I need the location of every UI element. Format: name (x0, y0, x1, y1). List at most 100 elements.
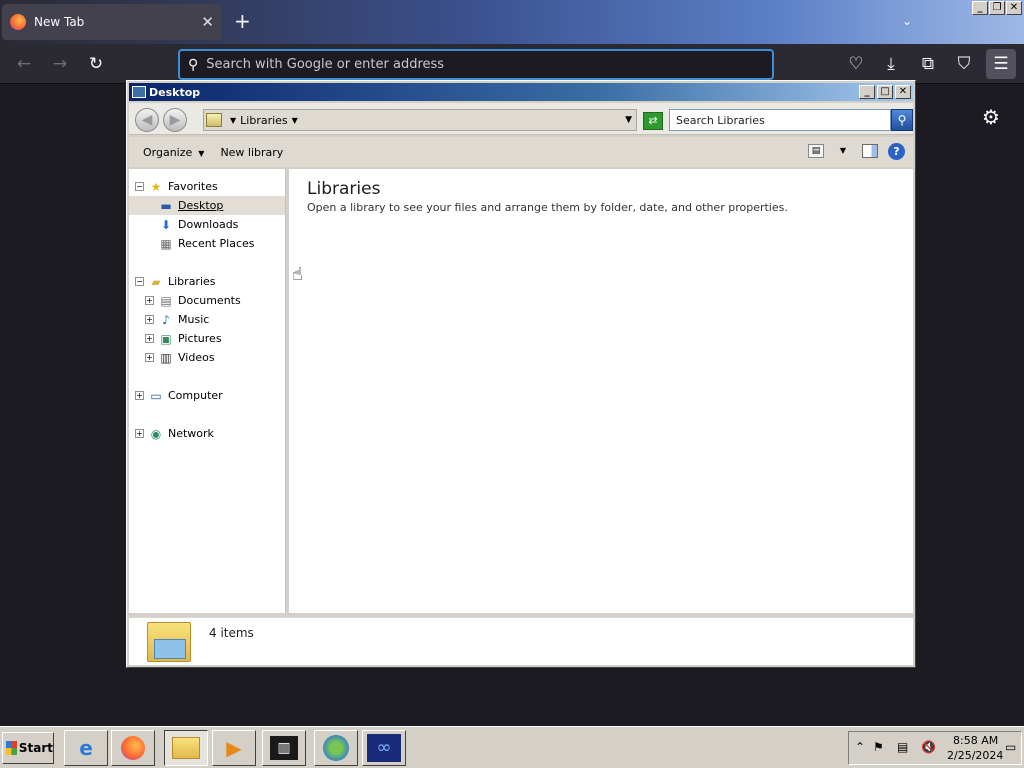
firefox-icon[interactable] (111, 730, 155, 766)
music-note-icon: ♪ (162, 312, 170, 327)
videos-icon: ▥ (160, 350, 172, 365)
search-box[interactable] (669, 109, 891, 131)
maximize-icon[interactable]: □ (877, 85, 893, 99)
libraries-icon: ▰ (151, 274, 161, 289)
network-icon[interactable]: ▤ (897, 740, 908, 754)
new-library-label: New library (220, 145, 284, 159)
back-arrow-icon[interactable]: ← (14, 54, 34, 74)
action-center-flag-icon[interactable]: ⚑ (873, 740, 884, 754)
media-player-icon[interactable]: ▶ (212, 730, 256, 766)
forward-arrow-icon[interactable]: → (50, 54, 70, 74)
film-strip-icon[interactable]: ▥ (262, 730, 306, 766)
window-title-bar[interactable]: Desktop _ □ ✕ (129, 83, 913, 101)
nav-label: Computer (168, 389, 223, 402)
recent-places-icon: ▦ (160, 236, 172, 251)
minimize-icon[interactable]: _ (859, 85, 875, 99)
nav-desktop[interactable]: ▬ Desktop (129, 196, 285, 215)
chevron-down-icon[interactable]: ▼ (834, 142, 852, 160)
tab-new-tab[interactable]: New Tab ✕ (2, 4, 222, 40)
windows-orb-icon[interactable] (314, 730, 358, 766)
chevron-down-icon[interactable]: ▼ (230, 116, 236, 125)
breadcrumb[interactable]: ▼ Libraries ▼ ▼ (203, 109, 637, 131)
nav-favorites[interactable]: − ★ Favorites (135, 177, 218, 196)
start-label: Start (18, 741, 53, 755)
forward-arrow-icon[interactable]: ▶ (163, 108, 187, 132)
nav-downloads[interactable]: ⬇ Downloads (158, 215, 238, 234)
windows-logo-icon (6, 741, 17, 755)
show-hidden-icons-chevron-icon[interactable]: ⌃ (855, 740, 865, 754)
nav-videos[interactable]: + ▥ Videos (145, 348, 215, 367)
nav-network[interactable]: + ◉ Network (135, 424, 214, 443)
star-icon: ★ (150, 179, 162, 194)
ublock-shield-icon[interactable]: ⛉ (954, 54, 974, 74)
new-library-button[interactable]: New library (218, 143, 285, 162)
search-icon: ⚲ (188, 56, 199, 73)
content-pane[interactable]: Libraries Open a library to see your fil… (289, 169, 913, 613)
organize-button[interactable]: Organize ▼ (141, 143, 206, 162)
taskbar: Start e ▶ ▥ ∞ ⌃ ⚑ ▤ 🔇 8:58 AM 2/25/2024 … (0, 726, 1024, 768)
show-desktop-icon[interactable]: ▭ (1005, 740, 1016, 754)
back-arrow-icon[interactable]: ◀ (135, 108, 159, 132)
nav-label: Music (178, 313, 210, 326)
nav-label: Pictures (178, 332, 222, 345)
collapse-icon[interactable]: − (135, 182, 144, 191)
collapse-icon[interactable]: − (135, 277, 144, 286)
chevron-down-icon: ▼ (198, 148, 205, 158)
close-icon[interactable]: ✕ (1006, 1, 1022, 15)
volume-muted-icon[interactable]: 🔇 (921, 740, 936, 754)
close-icon[interactable]: ✕ (895, 85, 911, 99)
search-input[interactable] (670, 110, 890, 130)
nav-recent-places[interactable]: ▦ Recent Places (158, 234, 254, 253)
address-bar[interactable]: ⚲ (178, 49, 774, 80)
expand-icon[interactable]: + (135, 429, 144, 438)
desktop-icon (132, 86, 146, 98)
expand-icon[interactable]: + (145, 353, 154, 362)
hand-cursor-icon: ☝ (292, 264, 303, 285)
nav-computer[interactable]: + ▭ Computer (135, 386, 223, 405)
infinity-app-icon[interactable]: ∞ (362, 730, 406, 766)
refresh-icon[interactable]: ⇄ (643, 112, 663, 130)
internet-explorer-icon[interactable]: e (64, 730, 108, 766)
downloads-icon[interactable]: ⤓ (881, 54, 901, 74)
clock-time[interactable]: 8:58 AM (953, 734, 998, 747)
change-view-icon[interactable]: ▤ (808, 144, 824, 158)
restore-icon[interactable]: ❐ (989, 1, 1005, 15)
nav-libraries[interactable]: − ▰ Libraries (135, 272, 216, 291)
computer-icon: ▭ (150, 388, 162, 403)
explorer-folder-icon[interactable] (164, 730, 208, 766)
help-icon[interactable]: ? (888, 142, 905, 160)
gear-icon[interactable]: ⚙ (982, 105, 1000, 129)
tab-close-icon[interactable]: ✕ (201, 13, 214, 31)
pocket-icon[interactable]: ♡ (846, 54, 866, 74)
nav-label: Favorites (168, 180, 218, 193)
nav-documents[interactable]: + ▤ Documents (145, 291, 241, 310)
nav-music[interactable]: + ♪ Music (145, 310, 209, 329)
new-tab-plus-icon[interactable]: + (234, 10, 251, 32)
nav-label: Desktop (178, 199, 224, 212)
desktop-icon: ▬ (160, 198, 172, 213)
address-history-dropdown-icon[interactable]: ▼ (625, 115, 632, 125)
chevron-down-icon[interactable]: ▼ (292, 116, 298, 125)
expand-icon[interactable]: + (135, 391, 144, 400)
details-pane: 4 items (129, 617, 913, 665)
libraries-folder-icon (147, 622, 191, 662)
search-icon[interactable]: ⚲ (891, 109, 913, 131)
breadcrumb-libraries[interactable]: Libraries (240, 114, 288, 127)
hamburger-menu-icon[interactable]: ☰ (986, 49, 1016, 79)
expand-icon[interactable]: + (145, 296, 154, 305)
start-button[interactable]: Start (2, 732, 54, 764)
address-input[interactable] (206, 57, 707, 72)
minimize-icon[interactable]: _ (972, 1, 988, 15)
nav-label: Videos (178, 351, 215, 364)
preview-pane-icon[interactable] (862, 144, 878, 158)
explorer-address-bar: ◀ ▶ ▼ Libraries ▼ ▼ ⇄ ⚲ (129, 103, 913, 135)
extensions-puzzle-icon[interactable]: ⧉ (918, 54, 938, 74)
browser-tab-bar: New Tab ✕ + ⌄ _ ❐ ✕ (0, 0, 1024, 44)
nav-pictures[interactable]: + ▣ Pictures (145, 329, 222, 348)
reload-icon[interactable]: ↻ (86, 54, 106, 74)
system-tray: ⌃ ⚑ ▤ 🔇 8:58 AM 2/25/2024 ▭ (848, 731, 1022, 765)
list-all-tabs-chevron-icon[interactable]: ⌄ (902, 14, 912, 28)
expand-icon[interactable]: + (145, 315, 154, 324)
clock-date[interactable]: 2/25/2024 (947, 749, 1003, 762)
expand-icon[interactable]: + (145, 334, 154, 343)
